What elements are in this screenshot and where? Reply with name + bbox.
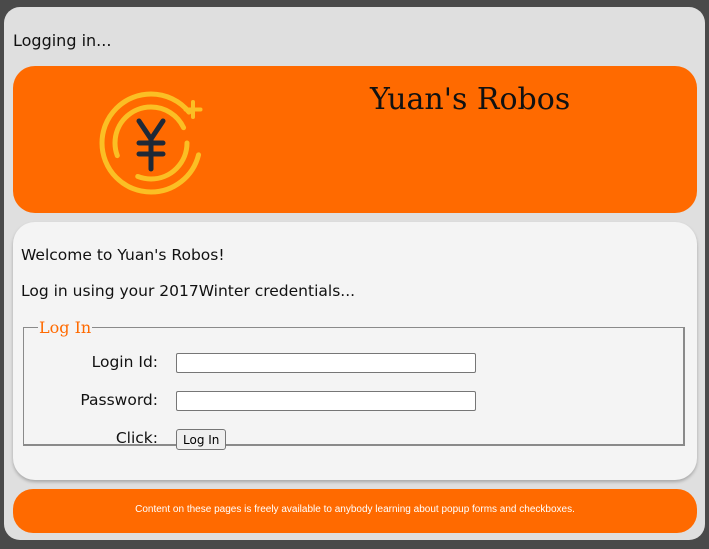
login-button[interactable]: Log In (176, 429, 227, 450)
password-row: Password: (24, 389, 683, 413)
password-label: Password: (80, 391, 158, 409)
click-label: Click: (115, 429, 158, 447)
main-content: Welcome to Yuan's Robos! Log in using yo… (13, 222, 697, 480)
login-form: Log In Login Id: Password: Click: Log In (23, 318, 685, 450)
login-id-input[interactable] (176, 353, 476, 373)
app-window: Logging in... Yuan's Robos Welcome to Yu… (4, 7, 705, 540)
welcome-message: Welcome to Yuan's Robos! (21, 246, 225, 264)
password-input[interactable] (176, 391, 476, 411)
site-footer: Content on these pages is freely availab… (13, 489, 697, 533)
status-text: Logging in... (13, 31, 112, 50)
site-title: Yuan's Robos (370, 82, 571, 117)
footer-text: Content on these pages is freely availab… (135, 504, 575, 515)
login-form-legend: Log In (39, 318, 92, 337)
submit-row: Click: Log In (24, 427, 683, 451)
yuan-coin-icon (99, 91, 203, 195)
login-id-row: Login Id: (24, 351, 683, 375)
login-id-label: Login Id: (91, 353, 158, 371)
login-instructions: Log in using your 2017Winter credentials… (21, 282, 356, 300)
site-header: Yuan's Robos (13, 66, 697, 213)
